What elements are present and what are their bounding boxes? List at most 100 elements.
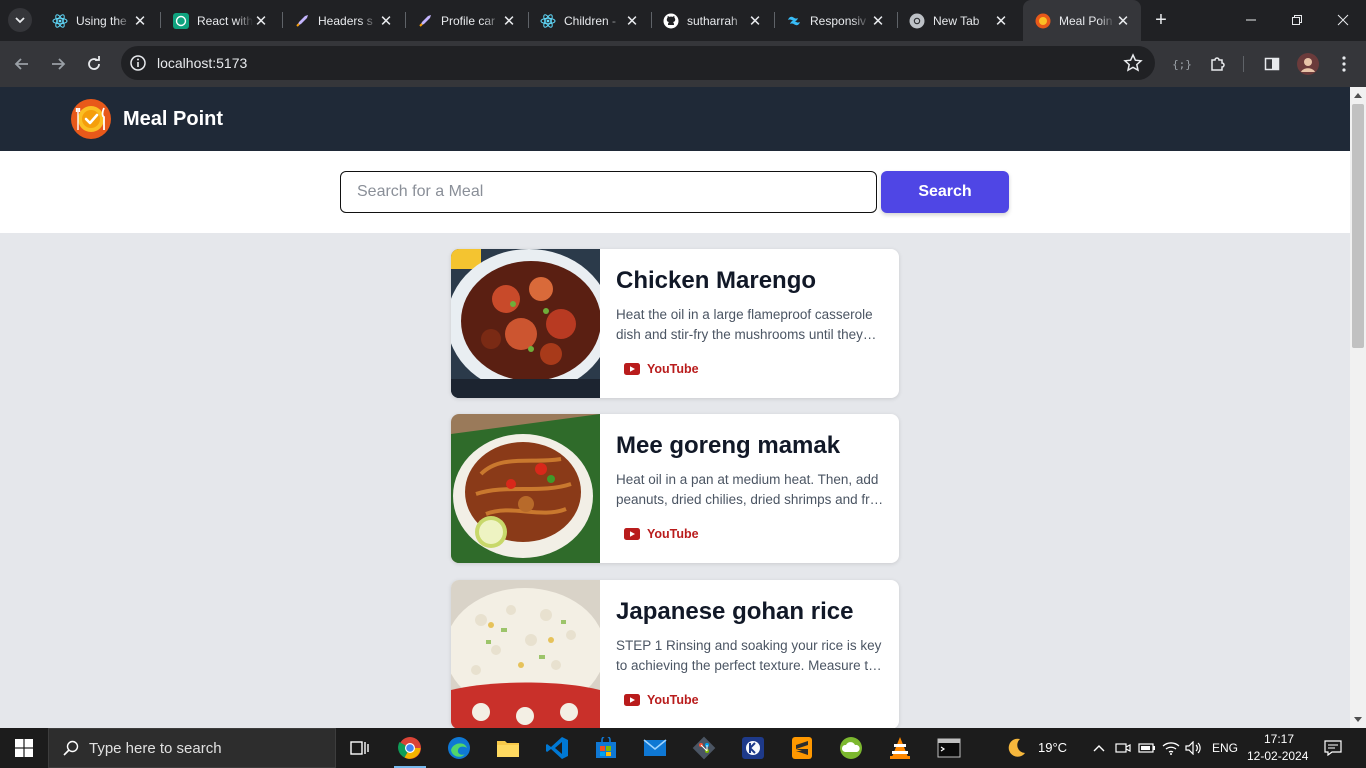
taskbar-vlc[interactable] xyxy=(876,728,924,768)
vscode-icon xyxy=(546,737,568,759)
weather-temperature[interactable]: 19°C xyxy=(1038,740,1067,755)
close-tab-icon[interactable]: ✕ xyxy=(1115,13,1131,30)
meal-image-mee-goreng-mamak[interactable] xyxy=(451,414,600,563)
minimize-button[interactable] xyxy=(1228,0,1274,40)
close-tab-icon[interactable]: ✕ xyxy=(378,13,394,30)
tab-children[interactable]: Children - ✕ xyxy=(528,6,650,35)
volume-control[interactable] xyxy=(1183,728,1205,768)
scroll-up-icon[interactable] xyxy=(1354,93,1362,98)
app-k-icon xyxy=(742,737,764,759)
youtube-icon xyxy=(624,694,640,706)
meet-now-button[interactable] xyxy=(1112,728,1134,768)
youtube-link-label: YouTube xyxy=(647,362,699,376)
meal-card: Chicken Marengo Heat the oil in a large … xyxy=(451,249,899,398)
close-tab-icon[interactable]: ✕ xyxy=(870,13,886,30)
back-button[interactable] xyxy=(8,50,36,78)
input-language[interactable]: ENG xyxy=(1212,741,1238,755)
meal-point-logo[interactable] xyxy=(71,99,111,139)
tab-headers[interactable]: Headers s ✕ xyxy=(282,6,404,35)
meal-description: Heat the oil in a large flameproof casse… xyxy=(616,307,873,342)
notification-icon xyxy=(1324,740,1342,756)
wifi-icon xyxy=(1162,742,1180,755)
new-tab-button[interactable]: + xyxy=(1150,9,1172,31)
rocket-icon xyxy=(417,13,433,29)
close-tab-icon[interactable]: ✕ xyxy=(501,13,517,30)
bookmark-star-icon[interactable] xyxy=(1123,53,1143,73)
tab-title: Responsiv xyxy=(810,13,867,28)
weather-widget[interactable] xyxy=(994,728,1038,768)
reload-button[interactable] xyxy=(80,50,108,78)
tab-new-tab[interactable]: New Tab ✕ xyxy=(897,6,1019,35)
terminal-icon xyxy=(937,738,961,758)
tab-meal-point[interactable]: Meal Poin ✕ xyxy=(1023,0,1141,41)
tab-title: Children - xyxy=(564,13,617,28)
notification-center-button[interactable] xyxy=(1318,728,1348,768)
cloud-icon xyxy=(840,737,862,759)
react-icon xyxy=(52,13,68,29)
meal-image-chicken-marengo[interactable] xyxy=(451,249,600,398)
restore-button[interactable] xyxy=(1274,0,1320,40)
taskbar-chrome[interactable] xyxy=(386,728,434,768)
speaker-icon xyxy=(1185,741,1201,755)
close-tab-icon[interactable]: ✕ xyxy=(624,13,640,30)
taskbar-terminal[interactable] xyxy=(925,728,973,768)
taskbar-search-box[interactable]: Type here to search xyxy=(48,728,336,768)
plus-icon: + xyxy=(1155,8,1167,31)
extensions-puzzle-icon[interactable] xyxy=(1207,53,1229,75)
wifi-indicator[interactable] xyxy=(1160,728,1182,768)
tab-responsive[interactable]: Responsiv ✕ xyxy=(774,6,896,35)
arrow-left-icon xyxy=(14,58,28,70)
youtube-link[interactable]: YouTube xyxy=(624,362,699,376)
tab-using-the[interactable]: Using the ✕ xyxy=(40,6,158,35)
youtube-icon xyxy=(624,363,640,375)
clock-date[interactable]: 12-02-2024 xyxy=(1247,749,1308,763)
start-button[interactable] xyxy=(0,728,48,768)
rocket-icon xyxy=(294,13,310,29)
tab-react-with[interactable]: React with ✕ xyxy=(161,6,279,35)
chrome-menu-icon[interactable] xyxy=(1333,53,1355,75)
site-info-icon[interactable] xyxy=(129,54,147,72)
chevron-down-icon xyxy=(15,17,25,24)
forward-button[interactable] xyxy=(44,50,72,78)
taskbar-microsoft-store[interactable] xyxy=(582,728,630,768)
page-viewport: Meal Point Search Ch xyxy=(0,87,1350,728)
search-button[interactable]: Search xyxy=(881,171,1009,213)
close-window-button[interactable] xyxy=(1320,0,1366,40)
page-scrollbar[interactable] xyxy=(1350,87,1366,728)
youtube-link[interactable]: YouTube xyxy=(624,693,699,707)
meal-image-japanese-gohan-rice[interactable] xyxy=(451,580,600,728)
brand-name[interactable]: Meal Point xyxy=(123,108,223,131)
meal-search-input[interactable] xyxy=(340,171,877,213)
task-view-button[interactable] xyxy=(336,728,384,768)
clock-time[interactable]: 17:17 xyxy=(1264,732,1294,746)
taskbar-edge[interactable] xyxy=(435,728,483,768)
tab-github[interactable]: sutharrah ✕ xyxy=(651,6,773,35)
url-text[interactable]: localhost:5173 xyxy=(157,55,247,71)
profile-avatar[interactable] xyxy=(1297,53,1319,75)
show-hidden-icons-button[interactable] xyxy=(1088,728,1110,768)
youtube-link[interactable]: YouTube xyxy=(624,527,699,541)
taskbar-mail[interactable] xyxy=(631,728,679,768)
side-panel-icon[interactable] xyxy=(1261,53,1283,75)
address-bar[interactable]: localhost:5173 xyxy=(121,46,1155,80)
tab-search-button[interactable] xyxy=(8,8,32,32)
scrollbar-thumb[interactable] xyxy=(1352,104,1364,348)
close-tab-icon[interactable]: ✕ xyxy=(253,13,269,30)
tab-profile-card[interactable]: Profile car ✕ xyxy=(405,6,527,35)
close-tab-icon[interactable]: ✕ xyxy=(132,13,148,30)
youtube-link-label: YouTube xyxy=(647,527,699,541)
taskbar-git[interactable] xyxy=(680,728,728,768)
battery-indicator[interactable] xyxy=(1136,728,1158,768)
taskbar-cloud-app[interactable] xyxy=(827,728,875,768)
close-tab-icon[interactable]: ✕ xyxy=(747,13,763,30)
taskbar-app-k[interactable] xyxy=(729,728,777,768)
sublime-icon xyxy=(792,737,812,759)
tab-title: Using the xyxy=(76,13,127,28)
scroll-down-icon[interactable] xyxy=(1354,717,1362,722)
close-tab-icon[interactable]: ✕ xyxy=(993,13,1009,30)
taskbar-file-explorer[interactable] xyxy=(484,728,532,768)
taskbar-sublime-text[interactable] xyxy=(778,728,826,768)
react-icon xyxy=(540,13,556,29)
taskbar-vscode[interactable] xyxy=(533,728,581,768)
extension-json-icon[interactable]: {;} xyxy=(1171,53,1193,75)
